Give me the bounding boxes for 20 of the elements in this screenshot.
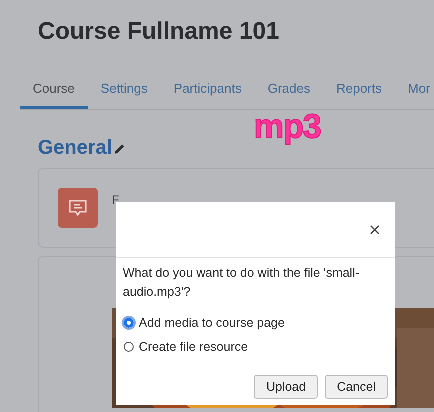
dialog-button[interactable]: Cancel [325,375,388,399]
option-label[interactable]: Create file resource [139,340,248,354]
radio-button[interactable] [124,318,134,328]
nav-tab[interactable]: Grades [254,66,324,109]
dialog-question: What do you want to do with the file 'small-audio.mp3'? [123,265,361,301]
nav-tab[interactable]: Participants [160,66,255,109]
file-type-label: mp3 [254,108,321,147]
activity-type: F [112,193,120,207]
nav-tab[interactable]: Settings [88,66,161,109]
nav-tab[interactable]: Mor [395,66,434,109]
close-icon[interactable] [370,224,380,234]
nav-tab[interactable]: Reports [323,66,395,109]
nav-tab[interactable]: Course [20,66,88,109]
option-label[interactable]: Add media to course page [139,316,285,330]
section-title: General [38,137,112,160]
dialog-button[interactable]: Upload [254,375,318,399]
forum-icon [58,188,98,228]
course-title: Course Fullname 101 [38,17,280,47]
radio-button[interactable] [124,342,134,352]
pencil-icon[interactable] [114,143,126,155]
